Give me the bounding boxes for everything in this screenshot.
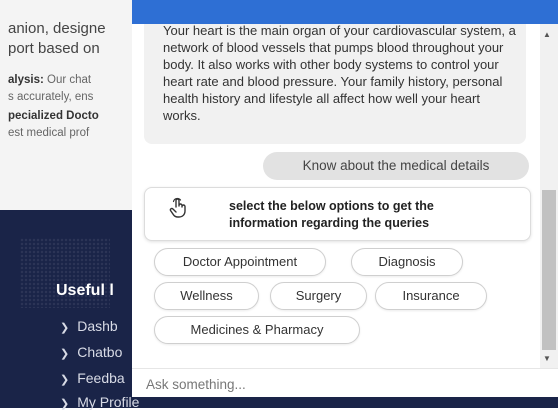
option-wellness-button[interactable]: Wellness [154, 282, 259, 310]
intro-text-line-1: anion, designe [8, 20, 106, 37]
medical-line: est medical prof [8, 127, 90, 139]
footer-heading: Useful l [56, 282, 114, 299]
intro-text-line-2: port based on [8, 40, 100, 57]
footer-link-dashboard[interactable]: ❯ Dashb [60, 318, 118, 334]
chevron-right-icon: ❯ [60, 398, 70, 410]
chat-message-input[interactable] [146, 373, 546, 395]
analysis-text: Our chat [43, 74, 92, 86]
footer-link-chatbot[interactable]: ❯ Chatbo [60, 344, 122, 360]
analysis-label: alysis: [8, 74, 44, 86]
option-insurance-button[interactable]: Insurance [375, 282, 487, 310]
chat-input-bar [132, 368, 558, 397]
chevron-right-icon: ❯ [60, 374, 70, 386]
option-medicines-pharmacy-button[interactable]: Medicines & Pharmacy [154, 316, 360, 344]
accuracy-line: s accurately, ens [8, 91, 94, 103]
analysis-line: alysis: Our chat [8, 74, 91, 86]
chat-scroll-thumb[interactable] [542, 190, 556, 350]
scroll-up-arrow-icon[interactable]: ▲ [543, 30, 551, 39]
scroll-down-arrow-icon[interactable]: ▼ [543, 354, 551, 363]
option-surgery-button[interactable]: Surgery [270, 282, 367, 310]
chat-header [132, 0, 558, 24]
chat-message-area[interactable]: Your heart is the main organ of your car… [132, 24, 540, 368]
options-prompt-card: select the below options to get the info… [144, 187, 531, 241]
footer-link-feedback[interactable]: ❯ Feedba [60, 370, 125, 386]
user-message: Know about the medical details [263, 152, 529, 180]
option-diagnosis-button[interactable]: Diagnosis [351, 248, 463, 276]
chevron-right-icon: ❯ [60, 348, 70, 360]
bot-message: Your heart is the main organ of your car… [144, 24, 526, 144]
chevron-right-icon: ❯ [60, 322, 70, 334]
option-doctor-appointment-button[interactable]: Doctor Appointment [154, 248, 326, 276]
specialized-line: pecialized Docto [8, 110, 99, 122]
hand-pointer-icon [169, 197, 186, 218]
options-prompt-text: select the below options to get the info… [229, 199, 434, 230]
